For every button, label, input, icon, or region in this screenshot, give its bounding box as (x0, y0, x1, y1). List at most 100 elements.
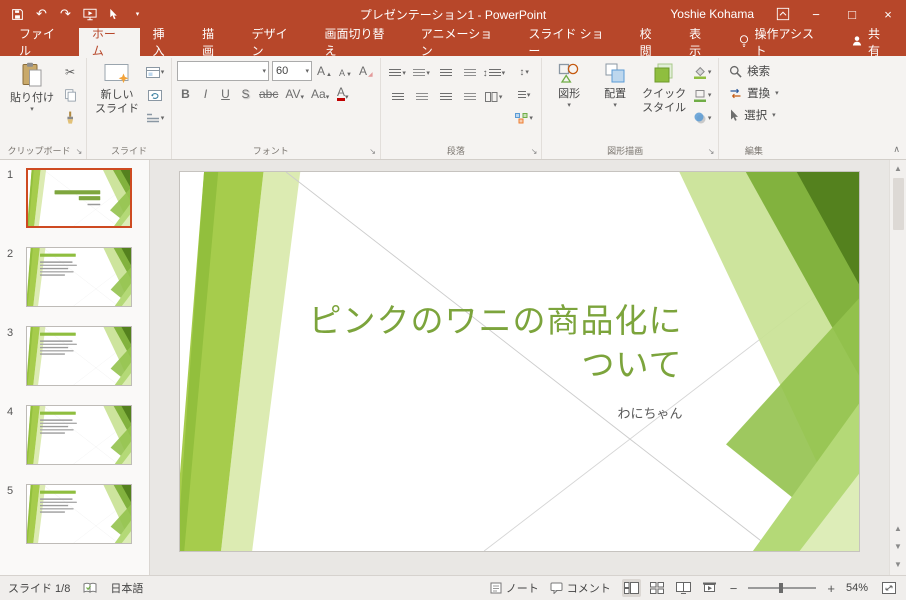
slideshow-view-button[interactable] (700, 579, 719, 597)
slide-title-text[interactable]: ピンクのワニの商品化に ついて (308, 299, 682, 386)
paragraph-dialog-launcher-icon[interactable]: ↘ (529, 147, 539, 157)
minimize-button[interactable]: − (798, 0, 834, 28)
align-right-button[interactable] (435, 87, 457, 107)
vertical-scrollbar[interactable]: ▲ ▲ ▼ ▼ (889, 160, 906, 575)
tab-home[interactable]: ホーム (78, 27, 140, 58)
tab-draw[interactable]: 描画 (189, 27, 238, 58)
align-left-button[interactable] (387, 87, 409, 107)
ribbon-display-options-icon[interactable] (768, 0, 798, 28)
font-color-button[interactable]: A ▾ (334, 85, 351, 103)
new-slide-button[interactable]: 新しい スライド (91, 59, 143, 116)
cut-button[interactable]: ✂ (59, 62, 81, 82)
font-size-select[interactable]: ▾ (272, 61, 312, 81)
grow-font-button[interactable]: A ▲ (315, 62, 334, 80)
replace-button[interactable]: 置換 ▾ (725, 83, 783, 103)
close-button[interactable]: × (870, 0, 906, 28)
tab-review[interactable]: 校閲 (627, 27, 676, 58)
thumbnail-slide-2[interactable] (26, 247, 132, 307)
reset-slide-button[interactable] (144, 85, 166, 105)
zoom-slider[interactable] (748, 583, 817, 593)
italic-button[interactable]: I (197, 85, 214, 103)
change-case-button[interactable]: Aa ▾ (309, 85, 331, 103)
font-dialog-launcher-icon[interactable]: ↘ (368, 147, 378, 157)
next-slide-button[interactable]: ▼ (894, 541, 902, 553)
character-spacing-button[interactable]: AV ▾ (283, 85, 306, 103)
tab-insert[interactable]: 挿入 (140, 27, 189, 58)
paste-button[interactable]: 貼り付け ▾ (6, 59, 58, 114)
thumbnail-item-4[interactable]: 4 (0, 405, 149, 465)
bold-button[interactable]: B (177, 85, 194, 103)
tab-design[interactable]: デザイン (239, 27, 312, 58)
align-text-button[interactable]: ▾ (513, 85, 535, 105)
clipboard-dialog-launcher-icon[interactable]: ↘ (74, 147, 84, 157)
strikethrough-button[interactable]: abc (257, 85, 280, 103)
customize-qat-icon[interactable]: ▾ (130, 7, 145, 22)
align-center-button[interactable] (411, 87, 433, 107)
drawing-dialog-launcher-icon[interactable]: ↘ (706, 147, 716, 157)
find-button[interactable]: 検索 (725, 61, 783, 81)
collapse-ribbon-icon[interactable]: ∧ (893, 144, 900, 155)
thumbnail-item-3[interactable]: 3 (0, 326, 149, 386)
undo-icon[interactable]: ↶ (34, 6, 49, 22)
shape-outline-button[interactable]: ▾ (691, 85, 713, 105)
touch-mode-icon[interactable] (106, 7, 121, 22)
scroll-down-button[interactable]: ▼ (894, 559, 902, 571)
zoom-slider-thumb[interactable] (778, 583, 783, 593)
font-name-input[interactable] (181, 65, 261, 77)
increase-indent-button[interactable] (459, 63, 481, 83)
shrink-font-button[interactable]: A ▼ (337, 62, 354, 80)
scrollbar-thumb[interactable] (892, 178, 904, 230)
layout-button[interactable]: ▾ (144, 62, 166, 82)
columns-button[interactable]: ▾ (483, 87, 505, 107)
slide-sorter-view-button[interactable] (648, 579, 667, 597)
redo-icon[interactable]: ↷ (58, 6, 73, 22)
text-shadow-button[interactable]: S (237, 85, 254, 103)
reading-view-button[interactable] (674, 579, 693, 597)
shape-fill-button[interactable]: ▾ (691, 62, 713, 82)
tab-transitions[interactable]: 画面切り替え (311, 27, 407, 58)
chevron-down-icon[interactable]: ▾ (303, 67, 309, 75)
spell-check-button[interactable] (83, 582, 97, 594)
tab-file[interactable]: ファイル (6, 27, 79, 58)
previous-slide-button[interactable]: ▲ (894, 523, 902, 535)
account-user-name[interactable]: Yoshie Kohama (670, 7, 754, 21)
bullets-button[interactable]: ▾ (387, 63, 409, 83)
thumbnail-item-2[interactable]: 2 (0, 247, 149, 307)
start-slideshow-icon[interactable] (82, 7, 97, 22)
maximize-button[interactable]: □ (834, 0, 870, 28)
normal-view-button[interactable] (621, 579, 641, 597)
slide-canvas[interactable]: ピンクのワニの商品化に ついて わにちゃん (150, 160, 889, 575)
zoom-level[interactable]: 54% (846, 582, 868, 594)
font-size-input[interactable] (276, 65, 304, 77)
select-button[interactable]: 選択 ▾ (725, 105, 783, 125)
thumbnail-slide-5[interactable] (26, 484, 132, 544)
section-button[interactable]: ▾ (144, 108, 166, 128)
chevron-down-icon[interactable]: ▾ (260, 67, 266, 75)
quick-styles-button[interactable]: クイック スタイル (638, 59, 690, 115)
line-spacing-button[interactable]: ↕ ▾ (483, 63, 506, 83)
text-direction-button[interactable]: ↕ ▾ (513, 62, 535, 82)
justify-button[interactable] (459, 87, 481, 107)
copy-button[interactable] (59, 85, 81, 105)
thumbnail-item-5[interactable]: 5 (0, 484, 149, 544)
slide-subtitle-text[interactable]: わにちゃん (617, 403, 682, 422)
font-name-select[interactable]: ▾ (177, 61, 269, 81)
tab-slideshow[interactable]: スライド ショー (515, 27, 626, 58)
slide-indicator[interactable]: スライド 1/8 (8, 580, 70, 596)
save-icon[interactable] (10, 7, 25, 22)
language-button[interactable]: 日本語 (110, 580, 143, 596)
numbering-button[interactable]: ▾ (411, 63, 433, 83)
convert-to-smartart-button[interactable]: ▾ (513, 108, 535, 128)
notes-button[interactable]: ノート (490, 580, 539, 596)
shapes-button[interactable]: 図形 ▾ (546, 59, 592, 110)
tab-animations[interactable]: アニメーション (408, 27, 516, 58)
thumbnail-slide-1[interactable] (26, 168, 132, 228)
tab-view[interactable]: 表示 (676, 27, 725, 58)
format-painter-button[interactable] (59, 108, 81, 128)
clear-formatting-button[interactable]: A ◢ (357, 62, 375, 80)
underline-button[interactable]: U (217, 85, 234, 103)
decrease-indent-button[interactable] (435, 63, 457, 83)
arrange-button[interactable]: 配置 ▾ (592, 59, 638, 110)
fit-slide-to-window-button[interactable] (879, 579, 898, 597)
zoom-out-button[interactable]: − (730, 581, 738, 596)
